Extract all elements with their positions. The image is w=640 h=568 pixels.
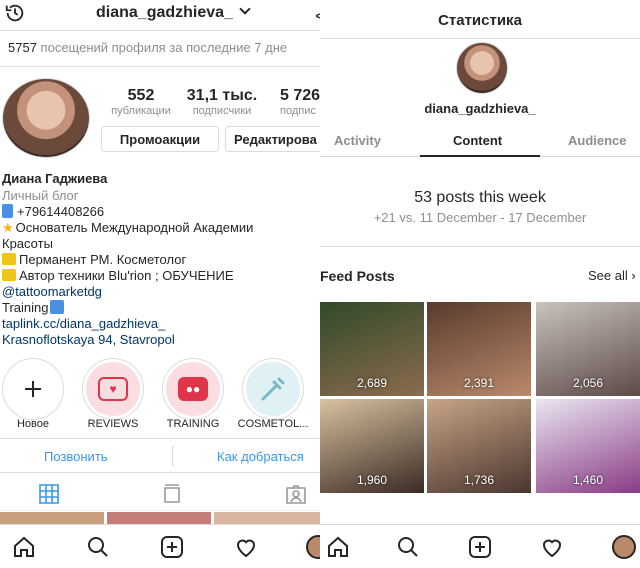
post-metric: 2,689 xyxy=(356,376,388,390)
tagged-photos-icon[interactable] xyxy=(284,482,308,506)
divider xyxy=(0,66,320,67)
stat-value: 5 726 xyxy=(280,87,320,104)
highlight-label: COSMETOL... xyxy=(237,418,309,430)
visits-count: 5757 xyxy=(8,40,37,55)
divider xyxy=(320,246,640,247)
emoji-icon xyxy=(2,253,16,265)
arrow-emoji-icon xyxy=(50,300,65,314)
bio-address-link[interactable]: Krasnoflotskaya 94, Stavropol xyxy=(2,332,175,348)
search-icon[interactable] xyxy=(86,535,110,559)
bio-line: Автор техники Blu'rion ; ОБУЧЕНИЕ xyxy=(2,268,234,284)
highlight-new[interactable] xyxy=(2,358,64,420)
heart-icon[interactable] xyxy=(234,535,258,559)
stat-followers[interactable]: 31,1 тыс. подписчики xyxy=(182,87,262,117)
highlight-training[interactable]: ●● xyxy=(162,358,224,420)
profile-tab-avatar[interactable] xyxy=(612,535,636,559)
bio-line: ★ Основатель Международной Академии xyxy=(2,220,254,235)
feed-post[interactable]: 2,391 xyxy=(427,302,531,396)
highlight-reviews[interactable]: ♥ xyxy=(82,358,144,420)
feed-view-icon[interactable] xyxy=(160,482,184,506)
directions-button[interactable]: Как добраться xyxy=(217,449,304,464)
insights-screen: Статистика diana_gadzhieva_ Activity Con… xyxy=(320,0,640,568)
home-icon[interactable] xyxy=(12,535,36,559)
post-metric: 2,391 xyxy=(463,376,495,390)
post-metric: 1,736 xyxy=(463,473,495,487)
stat-value: 31,1 тыс. xyxy=(186,87,258,104)
bio-line: Перманент РМ. Косметолог xyxy=(2,252,186,268)
page-title: Статистика xyxy=(438,12,522,29)
video-icon: ●● xyxy=(178,377,208,401)
feed-post[interactable]: 1,736 xyxy=(427,399,531,493)
promotions-button[interactable]: Промоакции xyxy=(101,126,219,152)
edit-profile-button[interactable]: Редактирова xyxy=(225,126,320,152)
chat-heart-icon: ♥ xyxy=(98,377,128,401)
bottom-nav xyxy=(0,524,320,568)
post-metric: 1,460 xyxy=(572,473,604,487)
active-tab-indicator xyxy=(420,155,540,157)
history-icon[interactable] xyxy=(4,2,26,24)
stat-label: публикации xyxy=(111,105,171,117)
stat-label: подписчики xyxy=(192,105,252,117)
bio-training: Training xyxy=(2,300,65,316)
tab-activity[interactable]: Activity xyxy=(334,133,381,148)
visits-text: посещений профиля за последние 7 дне xyxy=(40,40,288,55)
divider xyxy=(0,30,320,31)
bio-line: Красоты xyxy=(2,236,53,251)
chevron-down-icon[interactable] xyxy=(239,3,251,15)
emoji-icon xyxy=(2,269,16,281)
highlight-label: REVIEWS xyxy=(87,418,139,430)
avatar xyxy=(456,42,508,94)
profile-tab-avatar[interactable] xyxy=(306,535,320,559)
phone-emoji-icon xyxy=(2,204,13,218)
stat-label: подпис xyxy=(280,105,316,117)
bio-category: Личный блог xyxy=(2,188,79,203)
profile-visits[interactable]: 5757 посещений профиля за последние 7 дн… xyxy=(8,40,287,55)
posts-this-week: 53 posts this week xyxy=(414,189,546,206)
feed-post[interactable]: 1,460 xyxy=(536,399,640,493)
post-metric: 2,056 xyxy=(572,376,604,390)
bio-mention-link[interactable]: @tattoomarketdg xyxy=(2,284,102,300)
syringe-icon xyxy=(261,377,285,401)
bio-website-link[interactable]: taplink.cc/diana_gadzhieva_ xyxy=(2,316,165,332)
divider xyxy=(0,510,320,511)
bio-name: Диана Гаджиева xyxy=(2,171,108,186)
profile-avatar[interactable] xyxy=(2,78,90,158)
star-emoji-icon: ★ xyxy=(2,220,14,235)
divider xyxy=(0,472,320,473)
post-metric: 1,960 xyxy=(356,473,388,487)
tab-content[interactable]: Content xyxy=(453,133,502,148)
stat-value: 552 xyxy=(127,87,155,104)
feed-post[interactable]: 2,689 xyxy=(320,302,424,396)
bio-phone: +79614408266 xyxy=(2,204,104,220)
highlight-label: TRAINING xyxy=(166,418,220,430)
grid-view-icon[interactable] xyxy=(37,482,61,506)
divider xyxy=(320,38,640,39)
new-post-icon[interactable] xyxy=(160,535,184,559)
bottom-nav xyxy=(320,524,640,568)
feed-post[interactable]: 1,960 xyxy=(320,399,424,493)
section-title: Feed Posts xyxy=(320,268,395,284)
home-icon[interactable] xyxy=(326,535,350,559)
stat-following[interactable]: 5 726 подпис xyxy=(266,87,320,117)
new-post-icon[interactable] xyxy=(468,535,492,559)
divider xyxy=(172,446,173,466)
see-all-link[interactable]: See all › xyxy=(588,268,636,283)
profile-username[interactable]: diana_gadzhieva_ xyxy=(96,3,251,22)
call-button[interactable]: Позвонить xyxy=(44,449,108,464)
posts-delta: +21 vs. 11 December - 17 December xyxy=(373,210,587,225)
chevron-right-icon: › xyxy=(631,268,636,283)
profile-screen: diana_gadzhieva_ < 5757 посещений профил… xyxy=(0,0,320,568)
insights-username: diana_gadzhieva_ xyxy=(424,101,536,116)
stat-posts[interactable]: 552 публикации xyxy=(101,87,181,117)
tab-audience[interactable]: Audience xyxy=(568,133,627,148)
plus-icon xyxy=(25,381,41,397)
search-icon[interactable] xyxy=(396,535,420,559)
heart-icon[interactable] xyxy=(540,535,564,559)
highlight-label: Новое xyxy=(16,418,50,430)
feed-post[interactable]: 2,056 xyxy=(536,302,640,396)
divider xyxy=(0,438,320,439)
highlight-cosmetology[interactable] xyxy=(242,358,304,420)
